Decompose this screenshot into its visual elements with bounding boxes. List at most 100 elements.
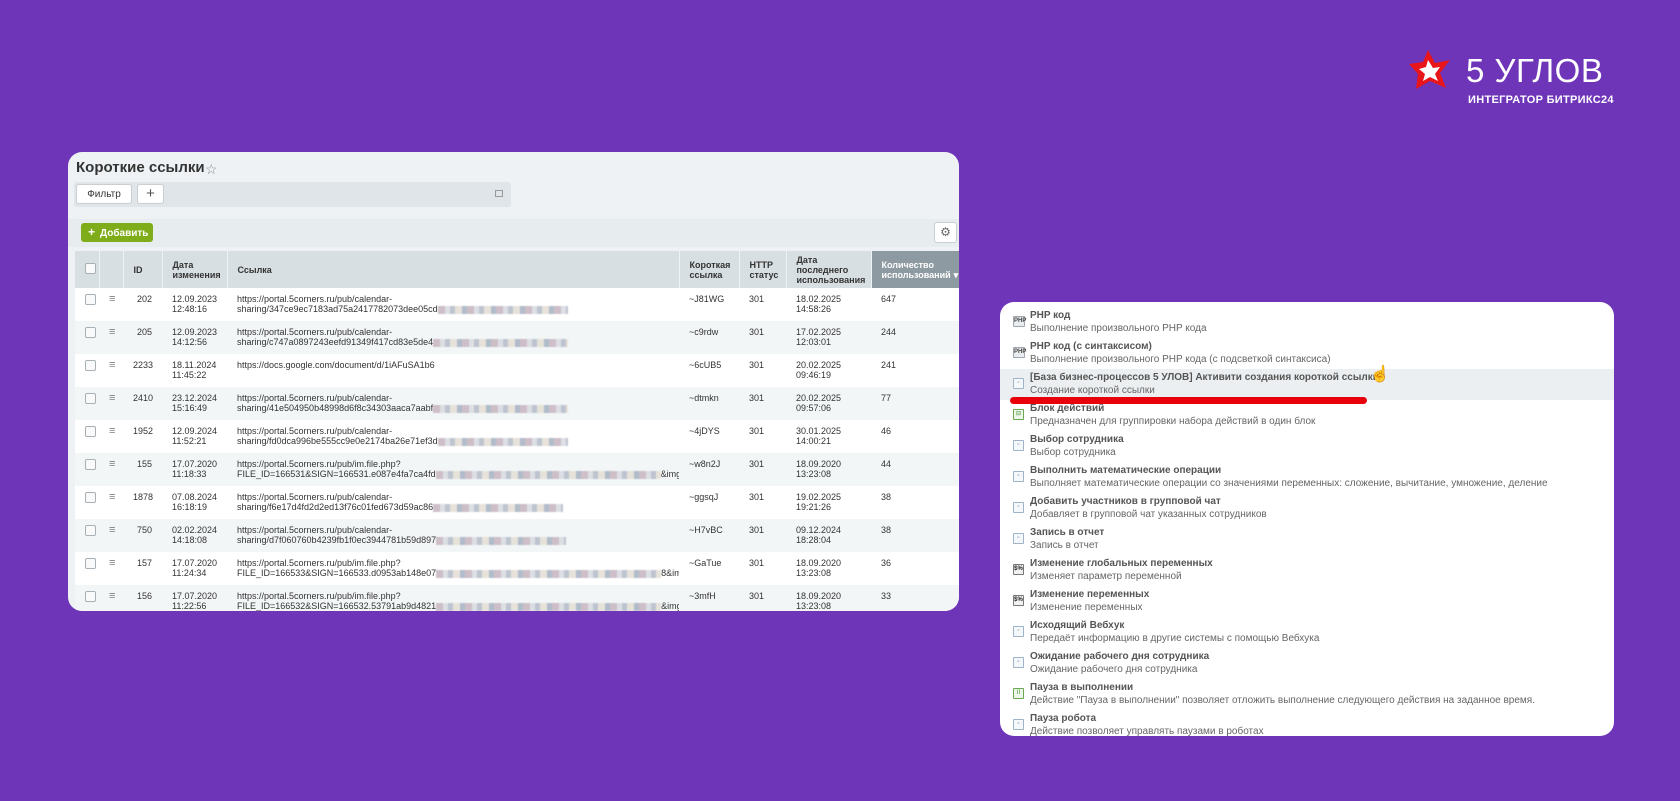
- url-line-2: FILE_ID=166533&SIGN=166533.d0953ab148e07…: [237, 568, 679, 578]
- row-checkbox[interactable]: [85, 492, 96, 503]
- column-header-url[interactable]: Ссылка: [227, 251, 680, 288]
- cell-short[interactable]: ~H7vBC: [679, 519, 739, 552]
- column-header-status[interactable]: HTTP статус: [739, 251, 787, 288]
- activity-item[interactable]: PHP PHP код Выполнение произвольного PHP к…: [1000, 307, 1614, 338]
- cell-short[interactable]: ~c9rdw: [679, 321, 739, 354]
- filter-button[interactable]: Фильтр: [76, 184, 132, 204]
- drag-handle-icon[interactable]: ≡: [109, 392, 115, 404]
- cell-short[interactable]: ~ggsqJ: [679, 486, 739, 519]
- modified-time: 11:22:56: [172, 601, 207, 611]
- activity-title: Выбор сотрудника: [1030, 434, 1124, 445]
- row-checkbox[interactable]: [85, 360, 96, 371]
- activity-item[interactable]: $% Изменение переменных Изменение переменн…: [1000, 586, 1614, 617]
- column-header-modified[interactable]: Дата изменения: [162, 251, 228, 288]
- cell-modified: 02.02.2024 14:18:08: [162, 519, 227, 552]
- table-row[interactable]: ≡ 155 17.07.2020 11:18:33 https://portal.5co…: [75, 453, 959, 486]
- add-filter-button[interactable]: +: [137, 184, 164, 204]
- cell-short[interactable]: ~w8n2J: [679, 453, 739, 486]
- cell-short[interactable]: ~J81WG: [679, 288, 739, 321]
- activity-item[interactable]: ⊟ Блок действий Предназначен для группиров…: [1000, 400, 1614, 431]
- column-header-count[interactable]: Количество использований: [871, 251, 959, 288]
- url-line-2-text: FILE_ID=166531&SIGN=166531.e087e4fa7ca4f…: [237, 469, 436, 479]
- last-used-date: 18.02.2025: [796, 294, 842, 304]
- url-line-2-text: FILE_ID=166533&SIGN=166533.d0953ab148e07: [237, 568, 437, 578]
- column-header-last-used[interactable]: Дата последнего использования: [786, 251, 872, 288]
- activity-item[interactable]: II Пауза в выполнении Действие "Пауза в вы…: [1000, 679, 1614, 710]
- cell-short[interactable]: ~3mfH: [679, 585, 739, 611]
- activity-item[interactable]: ▫ [База бизнес-процессов 5 УЛОВ] Активити…: [1000, 369, 1614, 400]
- table-row[interactable]: ≡ 205 12.09.2023 14:12:56 https://portal.5co…: [75, 321, 959, 354]
- activity-title: Пауза робота: [1030, 713, 1097, 724]
- redacted-blur: [436, 569, 662, 578]
- cell-short[interactable]: ~dtmkn: [679, 387, 739, 420]
- drag-handle-icon[interactable]: ≡: [109, 590, 115, 602]
- row-checkbox[interactable]: [85, 558, 96, 569]
- redacted-blur: [437, 437, 568, 446]
- row-checkbox[interactable]: [85, 525, 96, 536]
- redacted-blur: [433, 404, 569, 413]
- activity-item[interactable]: ▫ Добавить участников в групповой чат Доба…: [1000, 493, 1614, 524]
- drag-handle-icon[interactable]: ≡: [109, 293, 115, 305]
- drag-handle-icon[interactable]: ≡: [109, 425, 115, 437]
- table-row[interactable]: ≡ 202 12.09.2023 12:48:16 https://portal.5co…: [75, 288, 959, 321]
- minimize-icon[interactable]: [495, 190, 503, 197]
- row-checkbox[interactable]: [85, 393, 96, 404]
- activity-item[interactable]: PHP PHP код (с синтаксисом) Выполнение про…: [1000, 338, 1614, 369]
- table-row[interactable]: ≡ 1878 07.08.2024 16:18:19 https://portal.5c…: [75, 486, 959, 519]
- cell-short[interactable]: ~GaTue: [679, 552, 739, 585]
- add-button[interactable]: + Добавить: [81, 223, 153, 242]
- row-checkbox[interactable]: [85, 591, 96, 602]
- last-used-date: 18.09.2020: [796, 459, 842, 469]
- cell-id: 2410: [123, 387, 162, 420]
- table-row[interactable]: ≡ 750 02.02.2024 14:18:08 https://portal.5co…: [75, 519, 959, 552]
- activity-item[interactable]: ▫ Ожидание рабочего дня сотрудника Ожидани…: [1000, 648, 1614, 679]
- cell-modified: 17.07.2020 11:22:56: [162, 585, 227, 611]
- drag-handle-icon[interactable]: ≡: [109, 557, 115, 569]
- table-row[interactable]: ≡ 2410 23.12.2024 15:16:49 https://portal.5c…: [75, 387, 959, 420]
- column-header-short[interactable]: Короткая ссылка: [679, 251, 740, 288]
- last-used-time: 12:03:01: [796, 337, 832, 347]
- cell-count: 33: [871, 585, 959, 611]
- drag-handle-icon[interactable]: ≡: [109, 359, 115, 371]
- modified-time: 12:48:16: [172, 304, 208, 314]
- drag-handle-icon[interactable]: ≡: [109, 524, 115, 536]
- cell-url: https://portal.5corners.ru/pub/calendar-…: [227, 387, 679, 420]
- cell-short[interactable]: ~4jDYS: [679, 420, 739, 453]
- row-checkbox[interactable]: [85, 327, 96, 338]
- activity-item[interactable]: ▫ Выполнить математические операции Выполн…: [1000, 462, 1614, 493]
- row-checkbox[interactable]: [85, 459, 96, 470]
- cell-short[interactable]: ~6cUB5: [679, 354, 739, 387]
- row-checkbox[interactable]: [85, 426, 96, 437]
- select-all-checkbox[interactable]: [85, 263, 96, 274]
- modified-date: 12.09.2023: [172, 294, 218, 304]
- cell-count: 36: [871, 552, 959, 585]
- table-row[interactable]: ≡ 157 17.07.2020 11:24:34 https://portal.5co…: [75, 552, 959, 585]
- row-checkbox[interactable]: [85, 294, 96, 305]
- url-line-1: https://portal.5corners.ru/pub/im.file.p…: [237, 459, 401, 469]
- column-header-id[interactable]: ID: [123, 251, 163, 288]
- modified-time: 11:18:33: [172, 469, 207, 479]
- activity-title: Ожидание рабочего дня сотрудника: [1030, 651, 1210, 662]
- drag-handle-icon[interactable]: ≡: [109, 491, 115, 503]
- activity-item[interactable]: ▫ Пауза робота Действие позволяет управлят…: [1000, 710, 1614, 736]
- activity-item[interactable]: ▫ Исходящий Вебхук Передаёт информацию в д…: [1000, 617, 1614, 648]
- activity-description: Изменение переменных: [1030, 602, 1143, 613]
- last-used-date: 17.02.2025: [796, 327, 842, 337]
- page-title: Короткие ссылки: [76, 159, 205, 176]
- activity-item[interactable]: $% Изменение глобальных переменных Изменяе…: [1000, 555, 1614, 586]
- favorite-star-icon[interactable]: ☆: [205, 161, 218, 178]
- drag-handle-icon[interactable]: ≡: [109, 458, 115, 470]
- url-line-1: https://portal.5corners.ru/pub/calendar-: [237, 492, 393, 502]
- table-row[interactable]: ≡ 1952 12.09.2024 11:52:21 https://portal.5c…: [75, 420, 959, 453]
- table-row[interactable]: ≡ 156 17.07.2020 11:22:56 https://portal.5co…: [75, 585, 959, 611]
- activity-description: Выполнение произвольного PHP кода: [1030, 323, 1207, 334]
- cell-id: 157: [123, 552, 162, 585]
- activity-item[interactable]: ▫ Запись в отчет Запись в отчет: [1000, 524, 1614, 555]
- activity-icon: ▫: [1013, 719, 1024, 730]
- row-drag-cell: ≡: [99, 453, 123, 486]
- table-row[interactable]: ≡ 2233 18.11.2024 11:45:22 https://docs.goog…: [75, 354, 959, 387]
- cell-id: 205: [123, 321, 162, 354]
- drag-handle-icon[interactable]: ≡: [109, 326, 115, 338]
- settings-gear-icon[interactable]: ⚙: [934, 222, 957, 243]
- activity-item[interactable]: ▫ Выбор сотрудника Выбор сотрудника: [1000, 431, 1614, 462]
